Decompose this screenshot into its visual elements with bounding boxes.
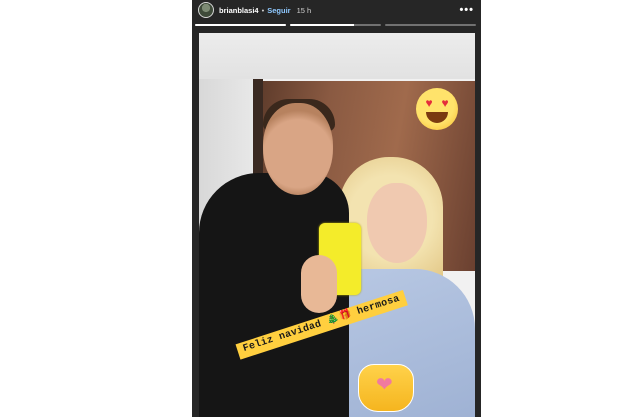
story-header: brianblasi4 • Seguir 15 h ••• [198, 2, 474, 18]
separator-dot: • [261, 5, 265, 15]
progress-segment [385, 24, 476, 26]
heart-hands-sticker: ❤ [358, 364, 414, 412]
story-timestamp: 15 h [296, 5, 312, 15]
heart-eye-icon: ♥ [425, 96, 433, 110]
avatar[interactable] [198, 2, 214, 18]
heart-eye-icon: ♥ [441, 96, 449, 110]
story-progress-bar [195, 24, 476, 26]
progress-segment [195, 24, 286, 26]
more-options-icon[interactable]: ••• [459, 4, 474, 16]
follow-button[interactable]: Seguir [267, 6, 290, 15]
woman-face [367, 183, 427, 263]
heart-icon: ❤ [376, 374, 393, 396]
man-face [263, 103, 333, 195]
progress-segment [290, 24, 381, 26]
username[interactable]: brianblasi4 [219, 6, 259, 15]
heart-eyes-emoji-sticker: ♥ ♥ [416, 88, 458, 130]
hand [301, 255, 337, 313]
